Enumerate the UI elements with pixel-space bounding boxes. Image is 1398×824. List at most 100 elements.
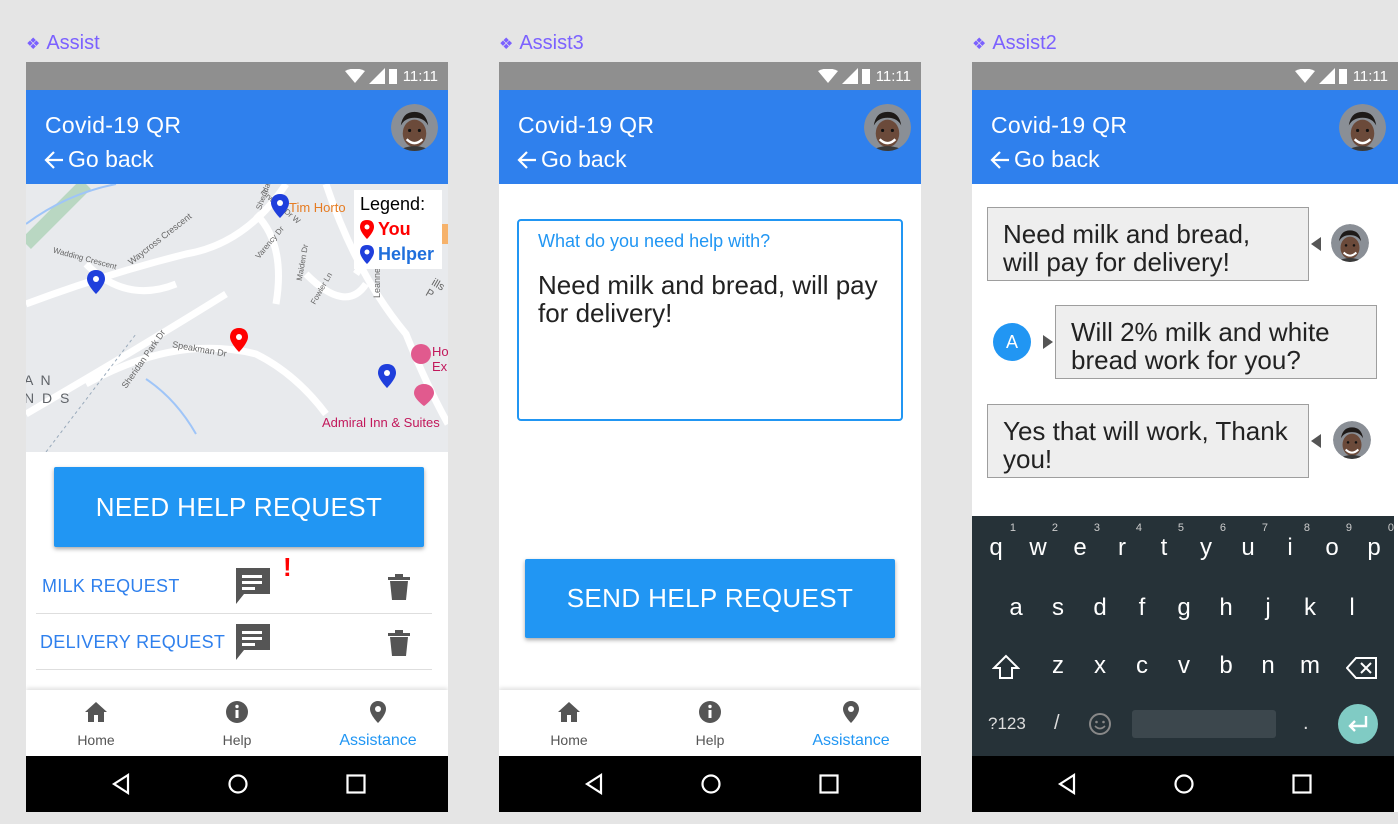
go-back-button[interactable]: Go back bbox=[989, 146, 1100, 173]
map-view[interactable]: Tim Horto Admiral Inn & Suites Ho Ex Way… bbox=[26, 184, 448, 452]
send-help-request-button[interactable]: SEND HELP REQUEST bbox=[525, 559, 895, 638]
key-d[interactable]: d bbox=[1084, 594, 1116, 622]
key-slash[interactable]: / bbox=[1054, 712, 1060, 735]
helper-pin-icon[interactable] bbox=[378, 364, 396, 388]
key-a[interactable]: a bbox=[1000, 594, 1032, 622]
trash-icon[interactable] bbox=[388, 630, 410, 656]
nav-home[interactable]: Home bbox=[26, 690, 166, 756]
key-r[interactable]: r4 bbox=[1106, 522, 1142, 562]
key-y[interactable]: y6 bbox=[1190, 522, 1226, 562]
legend-title: Legend: bbox=[360, 194, 426, 214]
nav-help[interactable]: Help bbox=[640, 690, 780, 756]
you-pin-icon[interactable] bbox=[230, 328, 248, 352]
location-pin-icon bbox=[370, 701, 386, 723]
back-triangle-icon[interactable] bbox=[584, 773, 604, 795]
request-row-delivery[interactable]: DELIVERY REQUEST bbox=[36, 614, 432, 670]
home-circle-icon[interactable] bbox=[700, 773, 722, 795]
battery-icon bbox=[861, 69, 870, 84]
home-circle-icon[interactable] bbox=[1173, 773, 1195, 795]
key-x[interactable]: x bbox=[1084, 652, 1116, 680]
need-help-request-button[interactable]: NEED HELP REQUEST bbox=[54, 467, 424, 547]
emoji-icon[interactable] bbox=[1088, 712, 1112, 736]
hotel-pin-icon[interactable] bbox=[411, 344, 431, 364]
hotel-pin-icon[interactable] bbox=[414, 384, 434, 406]
frame-label-assist2: ❖ Assist2 bbox=[972, 32, 1057, 54]
key-l[interactable]: l bbox=[1336, 594, 1368, 622]
request-label: DELIVERY REQUEST bbox=[40, 632, 226, 652]
shift-icon[interactable] bbox=[992, 654, 1020, 680]
cell-signal-icon bbox=[1318, 68, 1335, 84]
system-navigation-bar bbox=[26, 756, 448, 812]
chat-message-user: Yes that will work, Thank you! bbox=[987, 404, 1309, 478]
map-place-ex: Ex bbox=[432, 359, 448, 374]
helper-pin-icon[interactable] bbox=[271, 194, 289, 218]
recents-square-icon[interactable] bbox=[345, 773, 367, 795]
map-area-label: A N bbox=[26, 372, 53, 388]
key-b[interactable]: b bbox=[1210, 652, 1242, 680]
recents-square-icon[interactable] bbox=[1291, 773, 1313, 795]
key-i[interactable]: i8 bbox=[1274, 522, 1310, 562]
key-p[interactable]: p0 bbox=[1358, 522, 1394, 562]
trash-icon[interactable] bbox=[388, 574, 410, 600]
key-v[interactable]: v bbox=[1168, 652, 1200, 680]
frame-label-assist3: ❖ Assist3 bbox=[499, 32, 584, 54]
avatar[interactable] bbox=[391, 104, 438, 151]
go-back-button[interactable]: Go back bbox=[516, 146, 627, 173]
key-f[interactable]: f bbox=[1126, 594, 1158, 622]
message-pointer bbox=[1311, 237, 1321, 251]
key-c[interactable]: c bbox=[1126, 652, 1158, 680]
home-circle-icon[interactable] bbox=[227, 773, 249, 795]
key-s[interactable]: s bbox=[1042, 594, 1074, 622]
textarea-value[interactable]: Need milk and bread, will pay for delive… bbox=[538, 271, 878, 327]
key-n[interactable]: n bbox=[1252, 652, 1284, 680]
message-icon[interactable] bbox=[234, 566, 272, 606]
key-e[interactable]: e3 bbox=[1064, 522, 1100, 562]
key-m[interactable]: m bbox=[1294, 652, 1326, 680]
enter-key[interactable] bbox=[1338, 704, 1378, 744]
you-pin-icon bbox=[360, 220, 374, 239]
backspace-icon[interactable] bbox=[1346, 656, 1378, 680]
key-j[interactable]: j bbox=[1252, 594, 1284, 622]
signal-icons bbox=[817, 68, 870, 84]
message-icon[interactable] bbox=[234, 622, 272, 662]
map-legend: Legend: You Helper bbox=[354, 190, 442, 269]
message-pointer bbox=[1043, 335, 1053, 349]
soft-keyboard: q1 w2 e3 r4 t5 y6 u7 i8 o9 p0 a s d f g … bbox=[972, 516, 1394, 756]
helper-pin-icon[interactable] bbox=[87, 270, 105, 294]
key-q[interactable]: q1 bbox=[980, 522, 1016, 562]
go-back-button[interactable]: Go back bbox=[43, 146, 154, 173]
component-icon: ❖ bbox=[499, 35, 514, 53]
key-period[interactable]: . bbox=[1303, 712, 1309, 735]
nav-assistance[interactable]: Assistance bbox=[308, 690, 448, 756]
nav-help[interactable]: Help bbox=[167, 690, 307, 756]
nav-assistance[interactable]: Assistance bbox=[781, 690, 921, 756]
component-icon: ❖ bbox=[26, 35, 41, 53]
status-time: 11:11 bbox=[402, 67, 438, 85]
key-t[interactable]: t5 bbox=[1148, 522, 1184, 562]
help-request-textarea[interactable]: What do you need help with? Need milk an… bbox=[517, 219, 903, 421]
symbols-key[interactable]: ?123 bbox=[988, 714, 1026, 734]
key-u[interactable]: u7 bbox=[1232, 522, 1268, 562]
key-g[interactable]: g bbox=[1168, 594, 1200, 622]
key-w[interactable]: w2 bbox=[1022, 522, 1058, 562]
signal-icons bbox=[1294, 68, 1347, 84]
component-icon: ❖ bbox=[972, 35, 987, 53]
app-bar: Covid-19 QR Go back bbox=[26, 90, 448, 184]
back-triangle-icon[interactable] bbox=[111, 773, 131, 795]
avatar[interactable] bbox=[864, 104, 911, 151]
key-z[interactable]: z bbox=[1042, 652, 1074, 680]
recents-square-icon[interactable] bbox=[818, 773, 840, 795]
key-o[interactable]: o9 bbox=[1316, 522, 1352, 562]
request-row-milk[interactable]: MILK REQUEST ! bbox=[36, 552, 432, 614]
avatar[interactable] bbox=[1339, 104, 1386, 151]
space-bar[interactable] bbox=[1132, 710, 1276, 738]
back-triangle-icon[interactable] bbox=[1057, 773, 1077, 795]
nav-home[interactable]: Home bbox=[499, 690, 639, 756]
app-title: Covid-19 QR bbox=[518, 112, 655, 138]
system-navigation-bar bbox=[499, 756, 921, 812]
key-h[interactable]: h bbox=[1210, 594, 1242, 622]
chat-message-user: Need milk and bread, will pay for delive… bbox=[987, 207, 1309, 281]
key-k[interactable]: k bbox=[1294, 594, 1326, 622]
legend-you: You bbox=[360, 219, 436, 240]
legend-helper: Helper bbox=[360, 244, 436, 265]
